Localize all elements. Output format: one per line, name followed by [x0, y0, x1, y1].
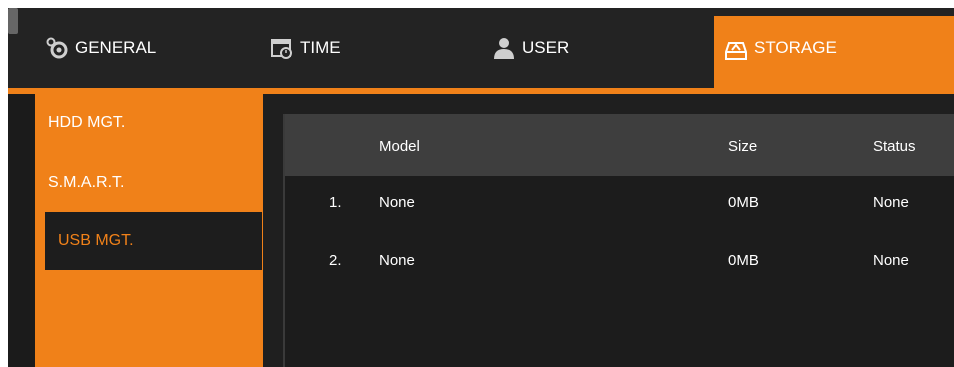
column-header-size[interactable]: Size [728, 138, 757, 155]
table-row[interactable]: 1. None 0MB None [285, 176, 954, 234]
storage-icon [724, 38, 748, 62]
next-tab-edge[interactable] [8, 8, 18, 34]
table-header: Model Size Status [285, 114, 954, 176]
tab-storage-label: STORAGE [754, 38, 837, 57]
tab-storage[interactable]: STORAGE [714, 16, 954, 88]
sidebar-item-usb-mgt[interactable]: USB MGT. [45, 212, 262, 270]
row-size: 0MB [728, 194, 759, 211]
sidebar-item-smart[interactable]: S.M.A.R.T. [35, 154, 263, 212]
row-number: 2. [329, 252, 342, 269]
storage-sidebar: HDD MGT. S.M.A.R.T. USB MGT. [35, 88, 263, 367]
column-header-status[interactable]: Status [873, 138, 916, 155]
row-status: None [873, 194, 909, 211]
row-model: None [379, 252, 415, 269]
row-number: 1. [329, 194, 342, 211]
tab-general-label: GENERAL [75, 38, 157, 57]
tab-time[interactable]: TIME [270, 28, 341, 68]
app-frame: GENERAL TIME USER STORAGE HDD MGT. S.M.A… [8, 8, 954, 367]
row-model: None [379, 194, 415, 211]
sidebar-item-hdd-mgt[interactable]: HDD MGT. [35, 94, 263, 152]
row-status: None [873, 252, 909, 269]
sidebar-item-label: HDD MGT. [48, 114, 126, 131]
tab-user[interactable]: USER [492, 28, 569, 68]
sidebar-item-label: USB MGT. [58, 232, 134, 249]
content-panel: Model Size Status 1. None 0MB None 2. No… [263, 94, 954, 367]
gear-icon [45, 36, 69, 60]
row-size: 0MB [728, 252, 759, 269]
calendar-icon [270, 36, 294, 60]
top-tab-bar: GENERAL TIME USER STORAGE [8, 8, 954, 88]
tab-user-label: USER [522, 38, 570, 57]
tab-time-label: TIME [300, 38, 341, 57]
table-row[interactable]: 2. None 0MB None [285, 234, 954, 292]
column-header-model[interactable]: Model [379, 138, 420, 155]
usb-table: Model Size Status 1. None 0MB None 2. No… [283, 114, 954, 367]
tab-general[interactable]: GENERAL [45, 28, 156, 68]
sidebar-item-label: S.M.A.R.T. [48, 174, 125, 191]
user-icon [492, 36, 516, 60]
